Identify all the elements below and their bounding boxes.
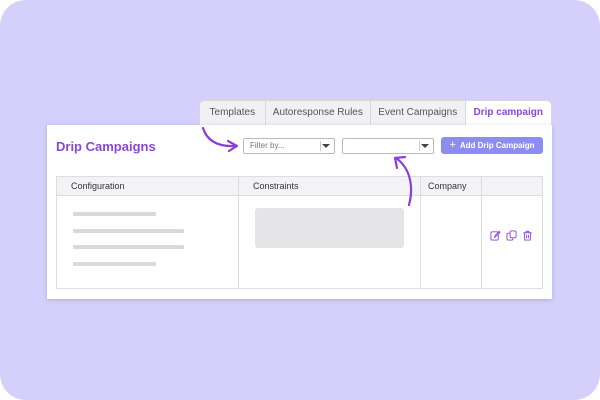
- filter-select[interactable]: Filter by...: [243, 138, 335, 154]
- column-constraints: Constraints: [253, 181, 299, 191]
- tab-event-campaigns[interactable]: Event Campaigns: [371, 101, 466, 125]
- page-title: Drip Campaigns: [56, 139, 156, 154]
- chevron-down-icon: [322, 144, 330, 148]
- add-button-label: Add Drip Campaign: [459, 141, 535, 150]
- constraints-placeholder: [255, 208, 404, 248]
- select-separator: [320, 141, 321, 151]
- column-divider: [420, 177, 421, 288]
- select-separator: [419, 141, 420, 151]
- placeholder-line: [73, 212, 156, 216]
- placeholder-line: [73, 245, 184, 249]
- plus-icon: +: [449, 139, 456, 151]
- add-drip-campaign-button[interactable]: + Add Drip Campaign: [441, 137, 543, 154]
- tab-templates[interactable]: Templates: [200, 101, 266, 125]
- tab-bar: Templates Autoresponse Rules Event Campa…: [199, 100, 552, 127]
- column-company: Company: [428, 181, 467, 191]
- drip-campaigns-panel: Drip Campaigns Filter by... + Add Drip Ca…: [47, 125, 552, 299]
- copy-icon[interactable]: [506, 230, 517, 241]
- placeholder-line: [73, 262, 156, 266]
- tab-autoresponse-rules[interactable]: Autoresponse Rules: [266, 101, 372, 125]
- tab-drip-campaign[interactable]: Drip campaign: [465, 101, 552, 127]
- column-configuration: Configuration: [71, 181, 125, 191]
- column-divider: [481, 177, 482, 288]
- chevron-down-icon: [421, 144, 429, 148]
- secondary-select[interactable]: [342, 138, 434, 154]
- table-header: Configuration Constraints Company: [57, 177, 542, 196]
- campaigns-table: Configuration Constraints Company: [56, 176, 543, 289]
- filter-placeholder: Filter by...: [250, 141, 285, 150]
- edit-icon[interactable]: [490, 230, 501, 241]
- column-divider: [238, 177, 239, 288]
- trash-icon[interactable]: [522, 230, 533, 241]
- placeholder-line: [73, 229, 184, 233]
